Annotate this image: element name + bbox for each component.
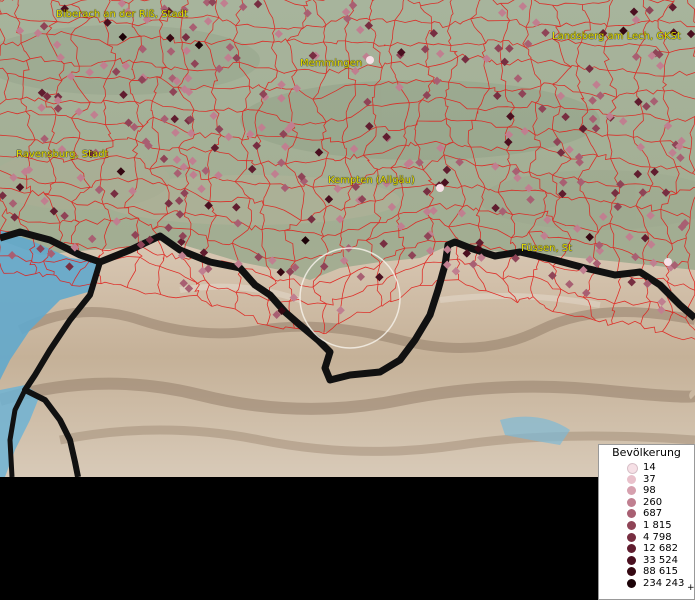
population-marker <box>436 184 444 192</box>
legend-row: 37 <box>599 474 694 486</box>
label-biberach: Biberach an der Riß, Stadt <box>56 9 188 20</box>
legend-label: 687 <box>643 508 663 520</box>
legend-label: 88 615 <box>643 566 678 578</box>
map-frame[interactable]: Biberach an der Riß, Stadt Memmingen Lan… <box>0 0 695 477</box>
label-ravensburg: Ravensburg, Stadt <box>16 149 109 160</box>
legend-swatch <box>627 463 638 474</box>
legend-label: 14 <box>643 462 656 473</box>
legend-row: 33 524 <box>599 555 694 567</box>
legend-label: 12 682 <box>643 543 678 555</box>
legend-swatch <box>627 555 636 565</box>
legend-row: 14 <box>599 462 694 474</box>
legend-swatch <box>627 520 636 530</box>
legend-swatch <box>627 532 636 542</box>
legend-label: 4 798 <box>643 531 672 543</box>
legend-label: 1 815 <box>643 519 672 531</box>
legend-swatch <box>627 509 636 519</box>
legend-row: 234 243 <box>599 578 694 590</box>
legend-label: 234 243 <box>643 577 685 589</box>
legend-swatch <box>627 578 636 588</box>
legend-label: 37 <box>643 473 656 485</box>
legend-swatch <box>627 497 636 507</box>
legend-row: 687 <box>599 508 694 520</box>
legend-label: 33 524 <box>643 554 678 566</box>
label-landsberg: Landsberg am Lech, GKSt <box>552 31 681 42</box>
legend-row: 1 815 <box>599 520 694 532</box>
population-legend: Bevölkerung 14 37 98 260 687 1 815 4 798 12 682… <box>598 444 695 600</box>
label-kempten: Kempten (Allgäu) <box>328 175 415 186</box>
legend-row: 98 <box>599 485 694 497</box>
label-fussen: Füssen, St <box>521 243 573 254</box>
map-canvas[interactable] <box>0 0 695 477</box>
legend-swatch <box>627 544 636 554</box>
label-memmingen: Memmingen <box>300 58 363 69</box>
legend-row: 12 682 <box>599 543 694 555</box>
legend-row: 4 798 <box>599 532 694 544</box>
legend-label: 260 <box>643 496 663 508</box>
legend-title: Bevölkerung <box>612 446 681 459</box>
legend-row: 88 615 <box>599 566 694 578</box>
legend-label: 98 <box>643 485 656 497</box>
legend-swatch <box>627 567 636 577</box>
legend-plus-marker: + <box>687 583 695 593</box>
legend-row: 260 <box>599 497 694 509</box>
legend-swatch <box>627 474 636 484</box>
alpine-terrain <box>0 238 695 477</box>
population-marker <box>664 258 672 266</box>
legend-swatch <box>627 486 636 496</box>
population-marker <box>366 56 374 64</box>
legend-rows: 14 37 98 260 687 1 815 4 798 12 682 33 524 88 615… <box>599 462 694 590</box>
